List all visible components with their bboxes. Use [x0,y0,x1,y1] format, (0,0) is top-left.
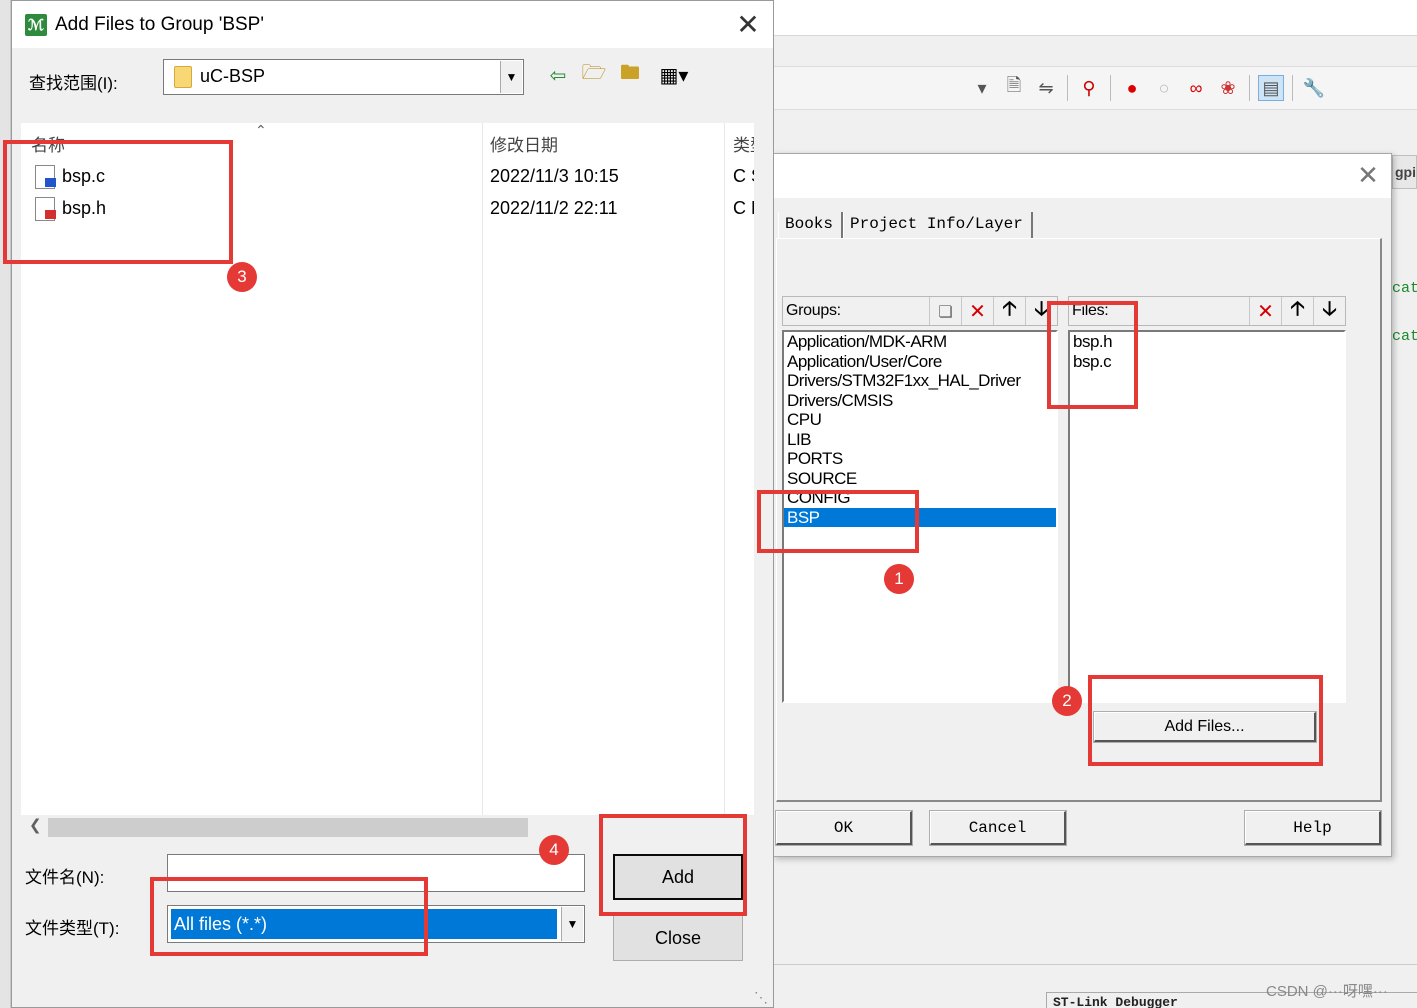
kill-breakpoints-icon[interactable]: ∞ [1183,75,1209,101]
annotation-box [150,877,428,956]
file-date: 2022/11/3 10:15 [490,166,619,186]
column-date[interactable]: 修改日期 [490,131,558,156]
wrench-icon[interactable]: 🔧 [1301,75,1327,101]
column-type[interactable]: 类型 [733,131,754,156]
keil-app-icon: ℳ [25,13,47,36]
tab-books[interactable]: Books [778,212,844,238]
file-type: C Header [733,198,754,218]
annotation-number: 2 [1052,686,1082,716]
new-group-icon[interactable]: ❏ [929,297,961,325]
chevron-down-icon[interactable]: ▼ [500,61,522,93]
debug-session-icon[interactable]: ⚲ [1076,75,1102,101]
annotation-number: 4 [539,835,569,865]
help-button[interactable]: Help [1244,810,1382,846]
list-item[interactable]: Drivers/STM32F1xx_HAL_Driver [784,371,1056,391]
window-layout-icon[interactable]: ▤ [1258,75,1284,101]
dialog-titlebar [774,154,1391,198]
tab-project-info[interactable]: Project Info/Layer [843,212,1033,238]
toolbar-divider [1067,75,1068,101]
column-divider [724,123,725,815]
chevron-down-icon[interactable]: ▼ [561,907,583,941]
annotation-box [1088,675,1323,766]
list-item[interactable]: CPU [784,410,1056,430]
toolbar-divider [1292,75,1293,101]
find-in-files-icon[interactable]: 🗎 [1001,75,1027,101]
close-icon[interactable]: ✕ [1352,160,1384,192]
disable-breakpoint-icon[interactable]: ○ [1151,75,1177,101]
move-up-icon[interactable]: 🡡 [993,296,1025,325]
toolbar-divider [1249,75,1250,101]
scroll-left-icon[interactable]: ❮ [29,816,42,834]
new-folder-icon[interactable]: 🖿 [616,60,644,89]
folder-icon [174,66,192,88]
file-type-label: 文件类型(T): [25,919,120,938]
resize-grip-icon[interactable]: ⋱ [754,989,772,1007]
dialog-titlebar: ℳ Add Files to Group 'BSP' [12,1,773,48]
code-line: cat [1392,328,1417,345]
incremental-find-icon[interactable]: ⇋ [1033,75,1059,101]
annotation-box [3,140,233,264]
move-down-icon[interactable]: 🡣 [1313,296,1345,325]
annotation-number: 3 [227,262,257,292]
annotation-box [1047,301,1138,409]
look-in-label: 查找范围(I): [29,74,118,93]
up-folder-icon[interactable]: 🗁 [580,60,608,89]
list-item[interactable]: LIB [784,430,1056,450]
groups-label: Groups: [786,302,841,319]
breakpoint-icon[interactable]: ● [1119,75,1145,101]
look-in-value: uC-BSP [200,66,266,86]
file-name-label: 文件名(N): [25,868,105,887]
close-icon[interactable]: ✕ [732,9,764,41]
move-up-icon[interactable]: 🡡 [1281,296,1313,325]
code-snippet: cat cat [1392,265,1417,361]
list-item[interactable]: Application/MDK-ARM [784,332,1056,352]
list-item[interactable]: Application/User/Core [784,352,1056,372]
annotation-box [757,490,919,553]
nav-toolbar: ⇦ 🗁 🖿 ▦▾ [544,60,696,89]
file-date: 2022/11/2 22:11 [490,198,618,218]
look-in-select[interactable]: uC-BSP ▼ [163,59,524,95]
back-icon[interactable]: ⇦ [544,61,572,89]
annotation-box [599,814,747,916]
column-divider [482,123,483,815]
file-type: C Source [733,166,754,186]
ide-toolbar: ▾ 🗎 ⇋ ⚲ ● ○ ∞ ❀ ▤ 🔧 [773,66,1417,110]
breakpoint-options-icon[interactable]: ❀ [1215,75,1241,101]
groups-header: Groups: ❏ ✕ 🡡 🡣 [782,296,1058,326]
scrollbar-thumb[interactable] [48,818,528,837]
view-menu-icon[interactable]: ▦▾ [652,61,696,89]
ide-menu-area [773,0,1417,36]
dialog-tabs: Books Project Info/Layer [778,212,1033,238]
sort-ascending-icon: ⌃ [255,123,267,139]
delete-icon[interactable]: ✕ [1249,297,1281,325]
list-item[interactable]: SOURCE [784,469,1056,489]
close-button[interactable]: Close [613,915,743,961]
toolbar-divider [1110,75,1111,101]
annotation-number: 1 [884,564,914,594]
ok-button[interactable]: OK [775,810,913,846]
list-item[interactable]: PORTS [784,449,1056,469]
dialog-title: Add Files to Group 'BSP' [55,13,264,35]
watermark: CSDN @···呀嘿··· [1266,983,1388,1000]
dropdown-icon[interactable]: ▾ [969,75,995,101]
code-line: cat [1392,280,1417,297]
delete-icon[interactable]: ✕ [961,297,993,325]
cancel-button[interactable]: Cancel [929,810,1067,846]
list-item[interactable]: Drivers/CMSIS [784,391,1056,411]
editor-tab[interactable]: gpi [1392,155,1417,189]
